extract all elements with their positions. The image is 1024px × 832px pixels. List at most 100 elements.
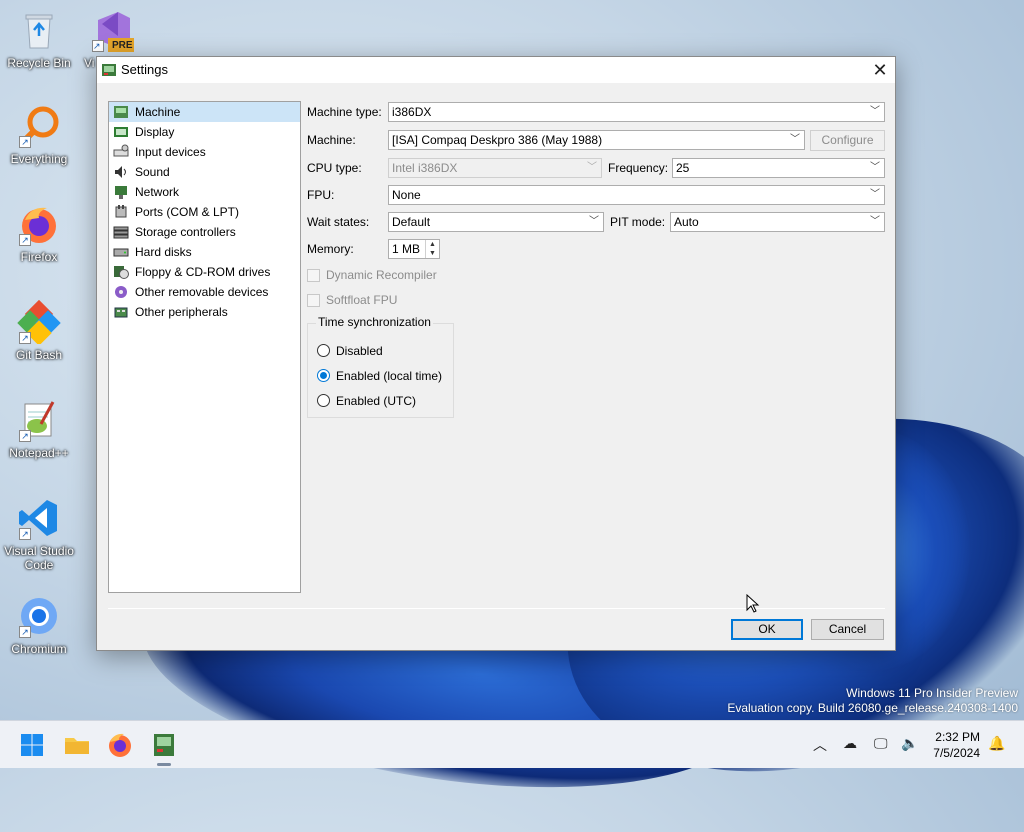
- wait-states-select[interactable]: Default ﹀: [388, 212, 604, 232]
- sidebar-item-storage-controllers[interactable]: Storage controllers: [109, 222, 300, 242]
- sidebar-item-other-peripherals[interactable]: Other peripherals: [109, 302, 300, 322]
- cpu-type-value: Intel i386DX: [392, 161, 458, 175]
- time-sync-disabled-radio[interactable]: Disabled: [317, 344, 383, 358]
- machine-type-value: i386DX: [392, 105, 432, 119]
- windows-logo-icon: [21, 734, 43, 756]
- time-sync-utc-radio[interactable]: Enabled (UTC): [317, 394, 416, 408]
- memory-label: Memory:: [307, 242, 354, 256]
- sidebar-item-hard-disks[interactable]: Hard disks: [109, 242, 300, 262]
- sidebar-item-label: Sound: [135, 165, 170, 179]
- fpu-select[interactable]: None ﹀: [388, 185, 885, 205]
- softfloat-fpu-checkbox[interactable]: Softfloat FPU: [307, 293, 397, 307]
- watermark-line: Evaluation copy. Build 26080.ge_release.…: [727, 701, 1018, 715]
- taskbar-file-explorer[interactable]: [61, 729, 93, 761]
- ok-button[interactable]: OK: [731, 619, 803, 640]
- wait-states-value: Default: [392, 215, 431, 229]
- desktop-icon-label: Everything: [10, 152, 68, 166]
- time-sync-group: Time synchronization Disabled Enabled (l…: [307, 315, 454, 418]
- clock[interactable]: 2:32 PM 7/5/2024: [933, 729, 980, 761]
- desktop-icon-everything[interactable]: ↗ Everything: [1, 104, 77, 166]
- cpu-type-label: CPU type:: [307, 161, 362, 175]
- sidebar-item-ports[interactable]: Ports (COM & LPT): [109, 202, 300, 222]
- close-button[interactable]: ✕: [865, 57, 895, 83]
- network-icon[interactable]: 🖵: [874, 735, 888, 752]
- memory-spinbox[interactable]: 1 MB ▲ ▼: [388, 239, 440, 259]
- radio-dot: [317, 369, 330, 382]
- sidebar-item-network[interactable]: Network: [109, 182, 300, 202]
- peripherals-icon: [113, 304, 129, 320]
- machine-select[interactable]: [ISA] Compaq Deskpro 386 (May 1988) ﹀: [388, 130, 805, 150]
- chevron-up-icon[interactable]: ︿: [813, 735, 827, 755]
- vscode-icon: ↗: [17, 496, 61, 540]
- sidebar-item-machine[interactable]: Machine: [109, 102, 300, 122]
- chevron-down-icon: ﹀: [870, 189, 880, 200]
- notification-bell-icon[interactable]: 🔔: [988, 735, 1005, 752]
- radio-label: Disabled: [336, 344, 383, 358]
- chromium-icon: ↗: [17, 594, 61, 638]
- clock-date: 7/5/2024: [933, 746, 980, 760]
- shortcut-arrow-icon: ↗: [19, 626, 31, 638]
- sidebar-item-label: Hard disks: [135, 245, 192, 259]
- firefox-icon: ↗: [17, 202, 61, 246]
- chevron-down-icon: ﹀: [870, 162, 880, 173]
- settings-dialog: Settings ✕ Machine Display Input devices…: [96, 56, 896, 651]
- desktop-icon-git-bash[interactable]: ↗ Git Bash: [1, 299, 77, 362]
- sidebar-item-input-devices[interactable]: Input devices: [109, 142, 300, 162]
- memory-value: 1 MB: [392, 242, 421, 256]
- recycle-bin-icon: [17, 8, 61, 52]
- machine-type-select[interactable]: i386DX ﹀: [388, 102, 885, 122]
- chevron-down-icon: ﹀: [589, 216, 599, 227]
- desktop-icon-label: Recycle Bin: [7, 56, 71, 70]
- machine-icon: [113, 104, 129, 120]
- desktop-icon-chromium[interactable]: ↗ Chromium: [1, 594, 77, 656]
- start-button[interactable]: [16, 729, 48, 761]
- taskbar-86box[interactable]: [148, 729, 180, 766]
- spin-arrows-icon[interactable]: ▲ ▼: [425, 240, 439, 258]
- button-separator: [108, 608, 885, 609]
- sidebar-item-label: Network: [135, 185, 180, 199]
- sidebar-item-label: Storage controllers: [135, 225, 236, 239]
- chevron-down-icon: ﹀: [790, 134, 800, 145]
- sidebar-item-sound[interactable]: Sound: [109, 162, 300, 182]
- notepad-plus-plus-icon: ↗: [17, 398, 61, 442]
- configure-button[interactable]: Configure: [810, 130, 885, 151]
- pit-mode-value: Auto: [674, 215, 699, 229]
- shortcut-arrow-icon: ↗: [19, 528, 31, 540]
- desktop-icon-notepad-plus-plus[interactable]: ↗ Notepad++: [1, 398, 77, 460]
- desktop-icon-vscode[interactable]: ↗ Visual Studio Code: [1, 496, 77, 572]
- time-sync-local-radio[interactable]: Enabled (local time): [317, 369, 442, 383]
- radio-label: Enabled (local time): [336, 369, 443, 383]
- sidebar-item-label: Input devices: [135, 145, 206, 159]
- cancel-button[interactable]: Cancel: [811, 619, 884, 640]
- sidebar-item-floppy-cdrom[interactable]: Floppy & CD-ROM drives: [109, 262, 300, 282]
- sidebar-item-display[interactable]: Display: [109, 122, 300, 142]
- cloud-off-icon[interactable]: ☁: [843, 735, 857, 752]
- firefox-icon: [109, 733, 131, 757]
- taskbar-firefox[interactable]: [104, 729, 136, 761]
- pit-mode-label: PIT mode:: [610, 215, 666, 229]
- shortcut-arrow-icon: ↗: [19, 430, 31, 442]
- cpu-type-select[interactable]: Intel i386DX ﹀: [388, 158, 602, 178]
- display-icon: [113, 124, 129, 140]
- dialog-title: Settings: [121, 62, 168, 77]
- chevron-down-icon: ﹀: [870, 106, 880, 117]
- settings-category-list: Machine Display Input devices Sound Netw…: [108, 101, 301, 593]
- dynamic-recompiler-checkbox[interactable]: Dynamic Recompiler: [307, 268, 437, 282]
- git-bash-icon: ↗: [17, 299, 61, 346]
- removable-devices-icon: [113, 284, 129, 300]
- machine-value: [ISA] Compaq Deskpro 386 (May 1988): [392, 133, 603, 147]
- sidebar-item-other-removable-devices[interactable]: Other removable devices: [109, 282, 300, 302]
- visual-studio-preview-icon: PRE ↗: [90, 8, 134, 52]
- fpu-value: None: [392, 188, 421, 202]
- desktop-icon-recycle-bin[interactable]: Recycle Bin: [1, 8, 77, 70]
- shortcut-arrow-icon: ↗: [19, 332, 31, 344]
- taskbar: ︿ ☁ 🖵 🔈 2:32 PM 7/5/2024 🔔: [0, 720, 1024, 768]
- radio-dot: [317, 394, 330, 407]
- sound-icon: [113, 164, 129, 180]
- shortcut-arrow-icon: ↗: [19, 234, 31, 246]
- ports-icon: [113, 204, 129, 220]
- desktop-icon-firefox[interactable]: ↗ Firefox: [1, 202, 77, 264]
- pit-mode-select[interactable]: Auto ﹀: [670, 212, 885, 232]
- frequency-select[interactable]: 25 ﹀: [672, 158, 885, 178]
- volume-icon[interactable]: 🔈: [901, 735, 918, 752]
